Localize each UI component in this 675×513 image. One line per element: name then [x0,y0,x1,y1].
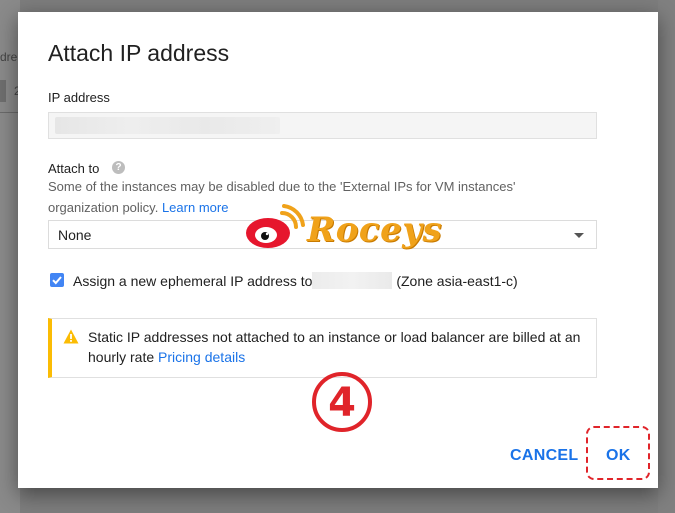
background-chip [0,80,6,102]
ip-address-label: IP address [48,90,110,105]
ephemeral-ip-label: Assign a new ephemeral IP address to (Zo… [73,272,518,289]
step-number-badge: 4 [312,372,372,432]
watermark-text: Roceys [307,210,443,250]
ip-address-field[interactable] [48,112,597,139]
attach-to-label: Attach to [48,161,100,176]
dropdown-arrow-icon [574,233,584,238]
billing-warning: Static IP addresses not attached to an i… [48,318,597,378]
ok-button[interactable]: OK [606,447,631,465]
zone-text: (Zone asia-east1-c) [396,273,518,289]
ephemeral-ip-checkbox[interactable] [50,273,64,287]
background-divider [0,112,20,113]
learn-more-link[interactable]: Learn more [162,200,228,215]
redacted-ip-value [55,117,280,134]
help-icon[interactable]: ? [112,161,125,174]
redacted-instance-name [312,272,393,289]
step-number: 4 [328,380,356,426]
cancel-button[interactable]: CANCEL [510,447,578,465]
background-page-right [658,0,675,513]
select-value: None [58,227,92,243]
weibo-logo [246,204,305,248]
warning-message: Static IP addresses not attached to an i… [88,327,588,367]
background-text: dre [0,50,18,64]
warning-icon [63,329,79,344]
pricing-details-link[interactable]: Pricing details [158,349,245,365]
checkbox-label-prefix: Assign a new ephemeral IP address to [73,273,313,289]
checkmark-icon [52,276,62,285]
background-page [0,0,20,513]
dialog-title: Attach IP address [48,40,230,66]
